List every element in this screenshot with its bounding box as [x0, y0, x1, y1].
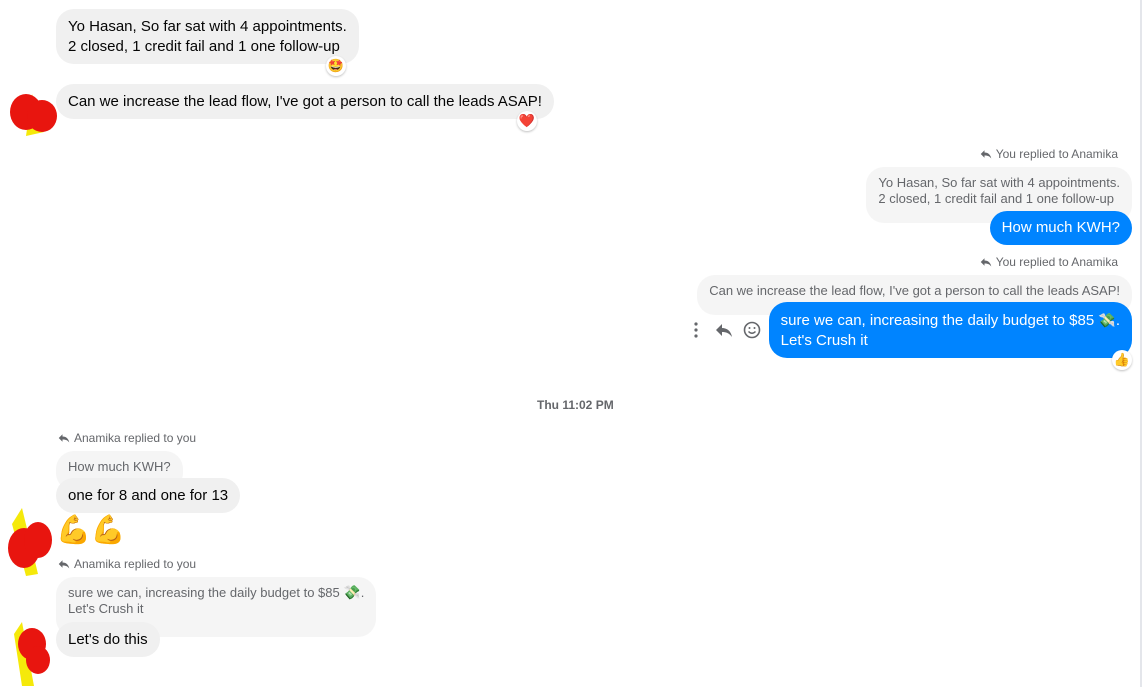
reply-context-note: You replied to Anamika — [980, 255, 1118, 269]
more-vertical-icon[interactable] — [685, 319, 707, 341]
message-bubble-received[interactable]: Can we increase the lead flow, I've got … — [56, 84, 554, 119]
message-bubble-received[interactable]: one for 8 and one for 13 — [56, 478, 241, 513]
money-wings-icon: 💸 — [1098, 312, 1116, 328]
reply-context-note: Anamika replied to you — [58, 557, 196, 571]
quote-text-line: Yo Hasan, So far sat with 4 appointments… — [878, 175, 1120, 190]
smiley-icon[interactable] — [741, 319, 763, 341]
message-text: Let's do this — [68, 631, 148, 648]
message-bubble-received[interactable]: Let's do this — [56, 622, 160, 657]
reply-arrow-icon — [58, 560, 70, 569]
reply-arrow-icon — [980, 150, 991, 159]
message-text-line: sure we can, increasing the daily budget… — [780, 312, 1120, 329]
flexed-biceps-icon[interactable]: 💪💪 — [56, 514, 126, 546]
message-bubble-sent[interactable]: How much KWH? — [989, 211, 1132, 245]
message-text: one for 8 and one for 13 — [68, 487, 229, 504]
reaction-thumbs-up-icon[interactable]: 👍 — [1112, 350, 1132, 370]
avatar[interactable] — [4, 620, 60, 686]
quote-text: Can we increase the lead flow, I've got … — [709, 283, 1120, 298]
quote-text-line: Let's Crush it — [68, 601, 144, 616]
avatar[interactable] — [4, 86, 60, 142]
reply-note-text: You replied to Anamika — [995, 255, 1118, 269]
chat-thread: Yo Hasan, So far sat with 4 appointments… — [0, 0, 1142, 687]
reaction-star-eyes-icon[interactable]: 🤩 — [326, 56, 346, 76]
quote-text: How much KWH? — [68, 459, 171, 474]
message-text: How much KWH? — [1001, 219, 1120, 236]
message-text-line: Let's Crush it — [780, 332, 868, 349]
message-text-line: Yo Hasan, So far sat with 4 appointments… — [68, 18, 347, 35]
reply-context-note: You replied to Anamika — [980, 147, 1118, 161]
reply-context-note: Anamika replied to you — [58, 431, 196, 445]
message-text: Can we increase the lead flow, I've got … — [68, 93, 542, 110]
reply-note-text: Anamika replied to you — [74, 431, 197, 445]
message-bubble-received[interactable]: Yo Hasan, So far sat with 4 appointments… — [56, 9, 359, 64]
reply-arrow-icon — [58, 434, 70, 443]
reply-icon[interactable] — [713, 319, 735, 341]
message-text-line: 2 closed, 1 credit fail and 1 one follow… — [68, 38, 340, 55]
avatar[interactable] — [0, 504, 56, 576]
quote-text-line: 2 closed, 1 credit fail and 1 one follow… — [878, 191, 1114, 206]
money-wings-icon: 💸 — [343, 584, 361, 600]
timestamp-divider: Thu 11:02 PM — [537, 398, 614, 412]
quote-text-line: sure we can, increasing the daily budget… — [68, 584, 365, 600]
reply-note-text: Anamika replied to you — [74, 557, 197, 571]
reply-arrow-icon — [980, 258, 991, 267]
reaction-heart-icon[interactable]: ❤️ — [517, 111, 537, 131]
reply-note-text: You replied to Anamika — [995, 147, 1118, 161]
message-bubble-sent[interactable]: sure we can, increasing the daily budget… — [768, 302, 1132, 358]
